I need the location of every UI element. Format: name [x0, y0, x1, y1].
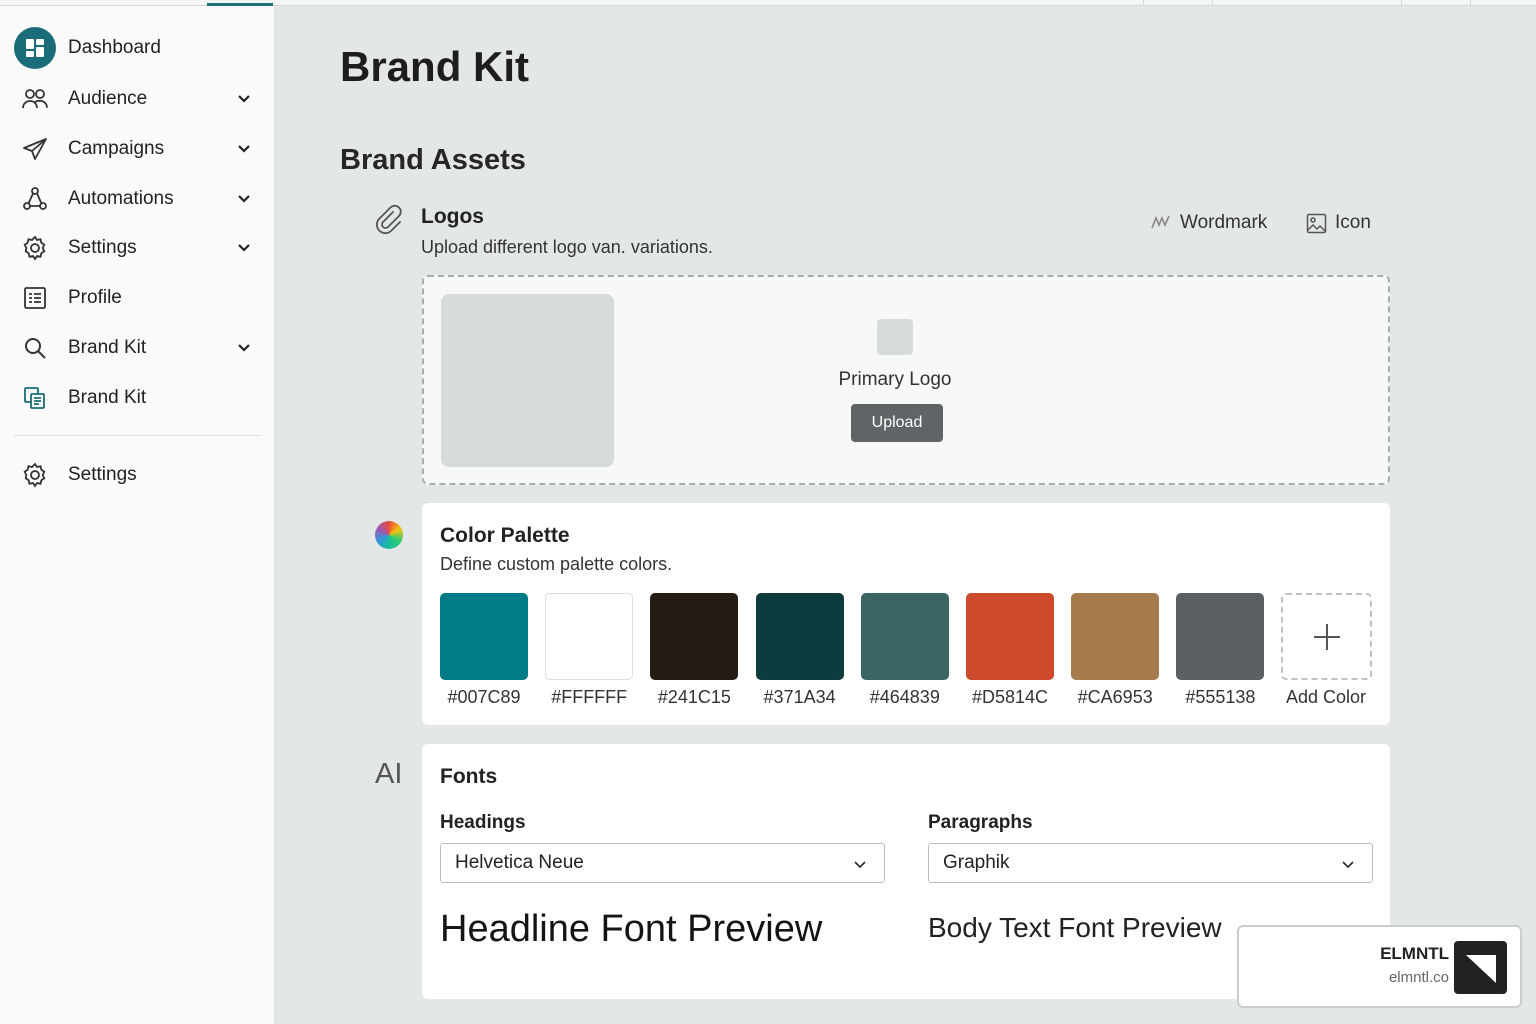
settings-icon	[14, 454, 56, 496]
sidebar-item-label: Dashboard	[68, 37, 161, 58]
body-font-preview: Body Text Font Preview	[928, 912, 1222, 943]
profile-icon	[14, 277, 56, 319]
tab-wordmark-label: Wordmark	[1180, 212, 1268, 233]
sidebar-item-settings-bottom[interactable]: Settings	[14, 453, 260, 497]
color-swatch-label: #D5814C	[971, 687, 1049, 707]
sidebar: Dashboard Audience Campaigns Automations…	[0, 6, 275, 1024]
sidebar-item-brand-kit[interactable]: Brand Kit	[14, 376, 260, 420]
color-swatch-label: #FFFFFF	[551, 687, 628, 707]
plus-icon	[1313, 623, 1340, 650]
sidebar-divider	[14, 435, 260, 436]
sidebar-item-audience[interactable]: Audience	[14, 77, 260, 121]
badge-logo-icon	[1454, 941, 1507, 994]
sidebar-item-campaigns[interactable]: Campaigns	[14, 127, 260, 171]
search-icon	[14, 327, 56, 369]
chevron-down-icon	[854, 861, 866, 869]
dashboard-icon	[14, 27, 56, 69]
automations-icon	[14, 178, 56, 220]
chevron-down-icon[interactable]	[234, 189, 254, 209]
sidebar-item-label: Settings	[68, 464, 137, 485]
sidebar-item-label: Automations	[68, 188, 174, 209]
badge-name: ELMNTL	[1380, 944, 1449, 963]
color-swatch[interactable]	[1176, 593, 1265, 680]
audience-icon	[14, 78, 56, 120]
sidebar-item-brand-kit-search[interactable]: Brand Kit	[14, 326, 260, 370]
logo-placeholder-icon	[877, 319, 913, 355]
main-content: Brand Kit Brand Assets Logos Upload diff…	[276, 6, 1536, 1024]
badge-url: elmntl.co	[1388, 969, 1449, 986]
sidebar-item-label: Brand Kit	[68, 387, 147, 408]
chevron-down-icon[interactable]	[234, 89, 254, 109]
logo-thumbnail-placeholder	[441, 294, 614, 467]
logo-drop-zone[interactable]: Primary Logo Upload	[422, 275, 1390, 485]
add-color-label: Add Color	[1285, 687, 1367, 707]
headings-font-value: Helvetica Neue	[455, 852, 584, 873]
color-swatch-label: #007C89	[447, 687, 521, 707]
color-swatch[interactable]	[860, 593, 949, 680]
primary-logo-label: Primary Logo	[838, 369, 952, 390]
brand-kit-icon	[14, 377, 56, 419]
upload-button[interactable]: Upload	[851, 404, 943, 442]
tab-icon[interactable]: Icon	[1306, 212, 1371, 234]
paragraphs-font-select[interactable]: Graphik	[928, 843, 1373, 883]
color-swatch[interactable]	[1071, 593, 1160, 680]
sidebar-item-label: Settings	[68, 237, 137, 258]
color-swatch-label: #241C15	[657, 687, 731, 707]
color-swatch-label: #555138	[1185, 687, 1256, 707]
font-icon: AI	[375, 758, 403, 790]
campaigns-icon	[14, 128, 56, 170]
page-title: Brand Kit	[340, 43, 529, 90]
headings-font-select[interactable]: Helvetica Neue	[440, 843, 885, 883]
chevron-down-icon[interactable]	[234, 238, 254, 258]
sidebar-item-profile[interactable]: Profile	[14, 276, 260, 320]
sidebar-item-label: Brand Kit	[68, 337, 147, 358]
color-swatch-label: #371A34	[763, 687, 836, 707]
color-swatch[interactable]	[650, 593, 739, 680]
fonts-title: Fonts	[440, 765, 498, 788]
color-wheel-icon	[375, 521, 403, 549]
brand-badge: ELMNTL elmntl.co	[1237, 925, 1522, 1008]
sidebar-item-label: Profile	[68, 287, 122, 308]
sidebar-item-dashboard[interactable]: Dashboard	[14, 26, 260, 70]
color-swatch[interactable]	[440, 593, 528, 680]
color-swatch[interactable]	[966, 593, 1054, 680]
headline-font-preview: Headline Font Preview	[440, 908, 823, 950]
color-swatch-label: #CA6953	[1077, 687, 1153, 707]
logos-description: Upload different logo van. variations.	[421, 237, 713, 257]
color-palette-description: Define custom palette colors.	[440, 554, 673, 574]
settings-icon	[14, 227, 56, 269]
paragraphs-label: Paragraphs	[928, 812, 1033, 833]
color-swatch[interactable]	[545, 593, 634, 680]
tab-wordmark[interactable]: Wordmark	[1150, 212, 1267, 234]
paragraphs-font-value: Graphik	[943, 852, 1010, 873]
add-color-button[interactable]	[1281, 593, 1372, 680]
sidebar-item-settings[interactable]: Settings	[14, 226, 260, 270]
headings-label: Headings	[440, 812, 526, 833]
chevron-down-icon[interactable]	[234, 139, 254, 159]
sidebar-item-automations[interactable]: Automations	[14, 177, 260, 221]
image-icon	[1306, 213, 1327, 233]
color-swatch-label: #464839	[869, 687, 940, 707]
chevron-down-icon	[1342, 861, 1354, 869]
logos-title: Logos	[421, 205, 484, 228]
section-title: Brand Assets	[340, 144, 526, 176]
paperclip-icon	[374, 204, 404, 239]
color-swatch[interactable]	[755, 593, 844, 680]
chevron-down-icon[interactable]	[234, 338, 254, 358]
wordmark-icon	[1151, 215, 1170, 229]
color-palette-title: Color Palette	[440, 524, 570, 547]
sidebar-item-label: Audience	[68, 88, 148, 109]
tab-icon-label: Icon	[1335, 212, 1371, 233]
sidebar-item-label: Campaigns	[68, 138, 165, 159]
color-palette-card: Color Palette Define custom palette colo…	[422, 503, 1390, 725]
